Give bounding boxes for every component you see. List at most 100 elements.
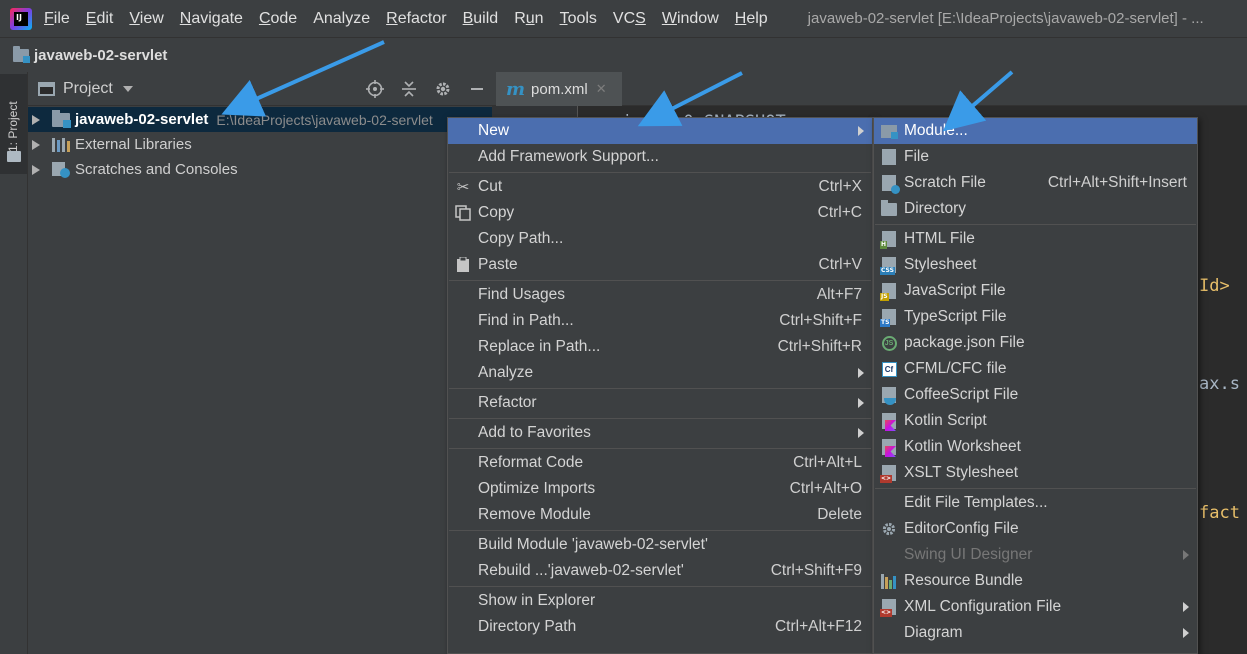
context-menu-item-cut[interactable]: ✂ Cut Ctrl+X (448, 174, 872, 200)
minimize-icon[interactable] (468, 80, 486, 98)
menu-window[interactable]: Window (662, 10, 719, 28)
context-menu-item-add-to-favorites[interactable]: Add to Favorites (448, 420, 872, 446)
new-submenu-item-module[interactable]: Module... (874, 118, 1197, 144)
library-icon (52, 137, 70, 152)
context-menu-item-copy[interactable]: Copy Ctrl+C (448, 200, 872, 226)
menu-item-label: CoffeeScript File (904, 386, 1019, 403)
menu-build[interactable]: Build (463, 10, 499, 28)
new-submenu-item-file[interactable]: File (874, 144, 1197, 170)
new-submenu-item-edit-file-templates[interactable]: Edit File Templates... (874, 490, 1197, 516)
tree-item-scratches[interactable]: Scratches and Consoles (28, 157, 492, 182)
expand-arrow-icon[interactable] (32, 164, 40, 175)
new-submenu-item-xml-configuration-file[interactable]: <> XML Configuration File (874, 594, 1197, 620)
context-menu-item-new[interactable]: New (448, 118, 872, 144)
new-submenu-item-diagram[interactable]: Diagram (874, 620, 1197, 646)
editor-tab-bar: m pom.xml ✕ (492, 72, 1247, 106)
directory-icon (874, 196, 904, 222)
breadcrumb-project[interactable]: javaweb-02-servlet (34, 47, 167, 64)
menu-tools[interactable]: Tools (560, 10, 597, 28)
menu-item-label: Analyze (478, 364, 534, 381)
gear-icon[interactable] (434, 80, 452, 98)
context-menu-item-optimize-imports[interactable]: Optimize Imports Ctrl+Alt+O (448, 476, 872, 502)
context-menu-item-replace-in-path[interactable]: Replace in Path... Ctrl+Shift+R (448, 334, 872, 360)
menu-file[interactable]: File (44, 10, 70, 28)
expand-arrow-icon[interactable] (32, 114, 40, 125)
chevron-down-icon[interactable] (122, 85, 133, 92)
context-menu-item-paste[interactable]: Paste Ctrl+V (448, 252, 872, 278)
context-menu-item-add-framework-support[interactable]: Add Framework Support... (448, 144, 872, 170)
menu-item-shortcut: Ctrl+Shift+R (777, 338, 862, 355)
maven-icon: m (506, 78, 526, 100)
tree-item-project-root[interactable]: javaweb-02-servlet E:\IdeaProjects\javaw… (28, 107, 492, 132)
new-submenu-item-swing-ui-designer: Swing UI Designer (874, 542, 1197, 568)
close-icon[interactable]: ✕ (596, 82, 607, 97)
copy-icon (448, 200, 478, 226)
new-submenu-item-scratch-file[interactable]: Scratch File Ctrl+Alt+Shift+Insert (874, 170, 1197, 196)
paste-icon (448, 252, 478, 278)
intellij-logo-icon[interactable]: IJ (10, 7, 32, 30)
menu-item-label: Refactor (478, 394, 537, 411)
code-fragment: Id> (1199, 276, 1230, 296)
context-menu-item-analyze[interactable]: Analyze (448, 360, 872, 386)
new-submenu-item-stylesheet[interactable]: CSS Stylesheet (874, 252, 1197, 278)
new-submenu-item-editorconfig-file[interactable]: EditorConfig File (874, 516, 1197, 542)
new-submenu-item-package-json-file[interactable]: JS package.json File (874, 330, 1197, 356)
new-submenu-item-cfml-cfc-file[interactable]: Cf CFML/CFC file (874, 356, 1197, 382)
menu-item-label: Directory Path (478, 618, 577, 635)
menu-help[interactable]: Help (735, 10, 768, 28)
submenu-arrow-icon (1183, 550, 1189, 560)
module-folder-icon (13, 45, 30, 63)
menu-item-label: Kotlin Script (904, 412, 987, 429)
context-menu-item-find-usages[interactable]: Find Usages Alt+F7 (448, 282, 872, 308)
project-view-selector[interactable]: Project (63, 80, 113, 98)
collapse-all-icon[interactable] (400, 80, 418, 98)
project-tool-window-tab[interactable]: 1: Project (0, 74, 27, 174)
menu-edit[interactable]: Edit (86, 10, 114, 28)
new-submenu-item-xslt-stylesheet[interactable]: <> XSLT Stylesheet (874, 460, 1197, 486)
context-menu-item-rebuild-javaweb-02-servlet[interactable]: Rebuild ...'javaweb-02-servlet' Ctrl+Shif… (448, 558, 872, 584)
project-tool-window-label: 1: Project (6, 101, 20, 152)
menu-analyze[interactable]: Analyze (313, 10, 370, 28)
context-menu-item-find-in-path[interactable]: Find in Path... Ctrl+Shift+F (448, 308, 872, 334)
new-submenu-item-directory[interactable]: Directory (874, 196, 1197, 222)
context-menu-item-remove-module[interactable]: Remove Module Delete (448, 502, 872, 528)
menu-separator (449, 530, 871, 531)
context-menu-item-build-module-javaweb-02-servlet[interactable]: Build Module 'javaweb-02-servlet' (448, 532, 872, 558)
menu-refactor[interactable]: Refactor (386, 10, 446, 28)
menu-item-label: EditorConfig File (904, 520, 1019, 537)
menu-item-label: Show in Explorer (478, 592, 596, 609)
context-menu-item-reformat-code[interactable]: Reformat Code Ctrl+Alt+L (448, 450, 872, 476)
menu-vcs[interactable]: VCS (613, 10, 646, 28)
menu-run[interactable]: Run (514, 10, 543, 28)
expand-arrow-icon[interactable] (32, 139, 40, 150)
window-title: javaweb-02-servlet [E:\IdeaProjects\java… (807, 10, 1204, 27)
editor-tab-pom-xml[interactable]: m pom.xml ✕ (496, 72, 622, 106)
menu-code[interactable]: Code (259, 10, 297, 28)
tree-item-external-libraries[interactable]: External Libraries (28, 132, 492, 157)
locate-icon[interactable] (366, 80, 384, 98)
menu-item-label: Remove Module (478, 506, 591, 523)
menu-item-label: Scratch File (904, 174, 986, 191)
new-submenu: Module... File Scratch File Ctrl+Alt+Shift+… (873, 117, 1198, 654)
new-submenu-item-typescript-file[interactable]: TS TypeScript File (874, 304, 1197, 330)
menu-item-label: Directory (904, 200, 967, 217)
menu-item-shortcut: Alt+F7 (816, 286, 862, 303)
new-submenu-item-coffeescript-file[interactable]: CoffeeScript File (874, 382, 1197, 408)
menu-view[interactable]: View (129, 10, 163, 28)
new-submenu-item-kotlin-worksheet[interactable]: Kotlin Worksheet (874, 434, 1197, 460)
file-type-badge: TS (880, 319, 891, 327)
new-submenu-item-resource-bundle[interactable]: Resource Bundle (874, 568, 1197, 594)
context-menu-item-copy-path[interactable]: Copy Path... (448, 226, 872, 252)
new-submenu-item-html-file[interactable]: H HTML File (874, 226, 1197, 252)
new-submenu-item-javascript-file[interactable]: JS JavaScript File (874, 278, 1197, 304)
context-menu-item-refactor[interactable]: Refactor (448, 390, 872, 416)
menu-navigate[interactable]: Navigate (180, 10, 243, 28)
scratch-icon (52, 161, 70, 178)
context-menu-item-show-in-explorer[interactable]: Show in Explorer (448, 588, 872, 614)
project-view-icon (38, 81, 55, 96)
menu-separator (875, 224, 1196, 225)
context-menu-item-directory-path[interactable]: Directory Path Ctrl+Alt+F12 (448, 614, 872, 640)
menu-item-label: Module... (904, 122, 968, 139)
new-submenu-item-kotlin-script[interactable]: Kotlin Script (874, 408, 1197, 434)
menu-item-label: Reformat Code (478, 454, 584, 471)
